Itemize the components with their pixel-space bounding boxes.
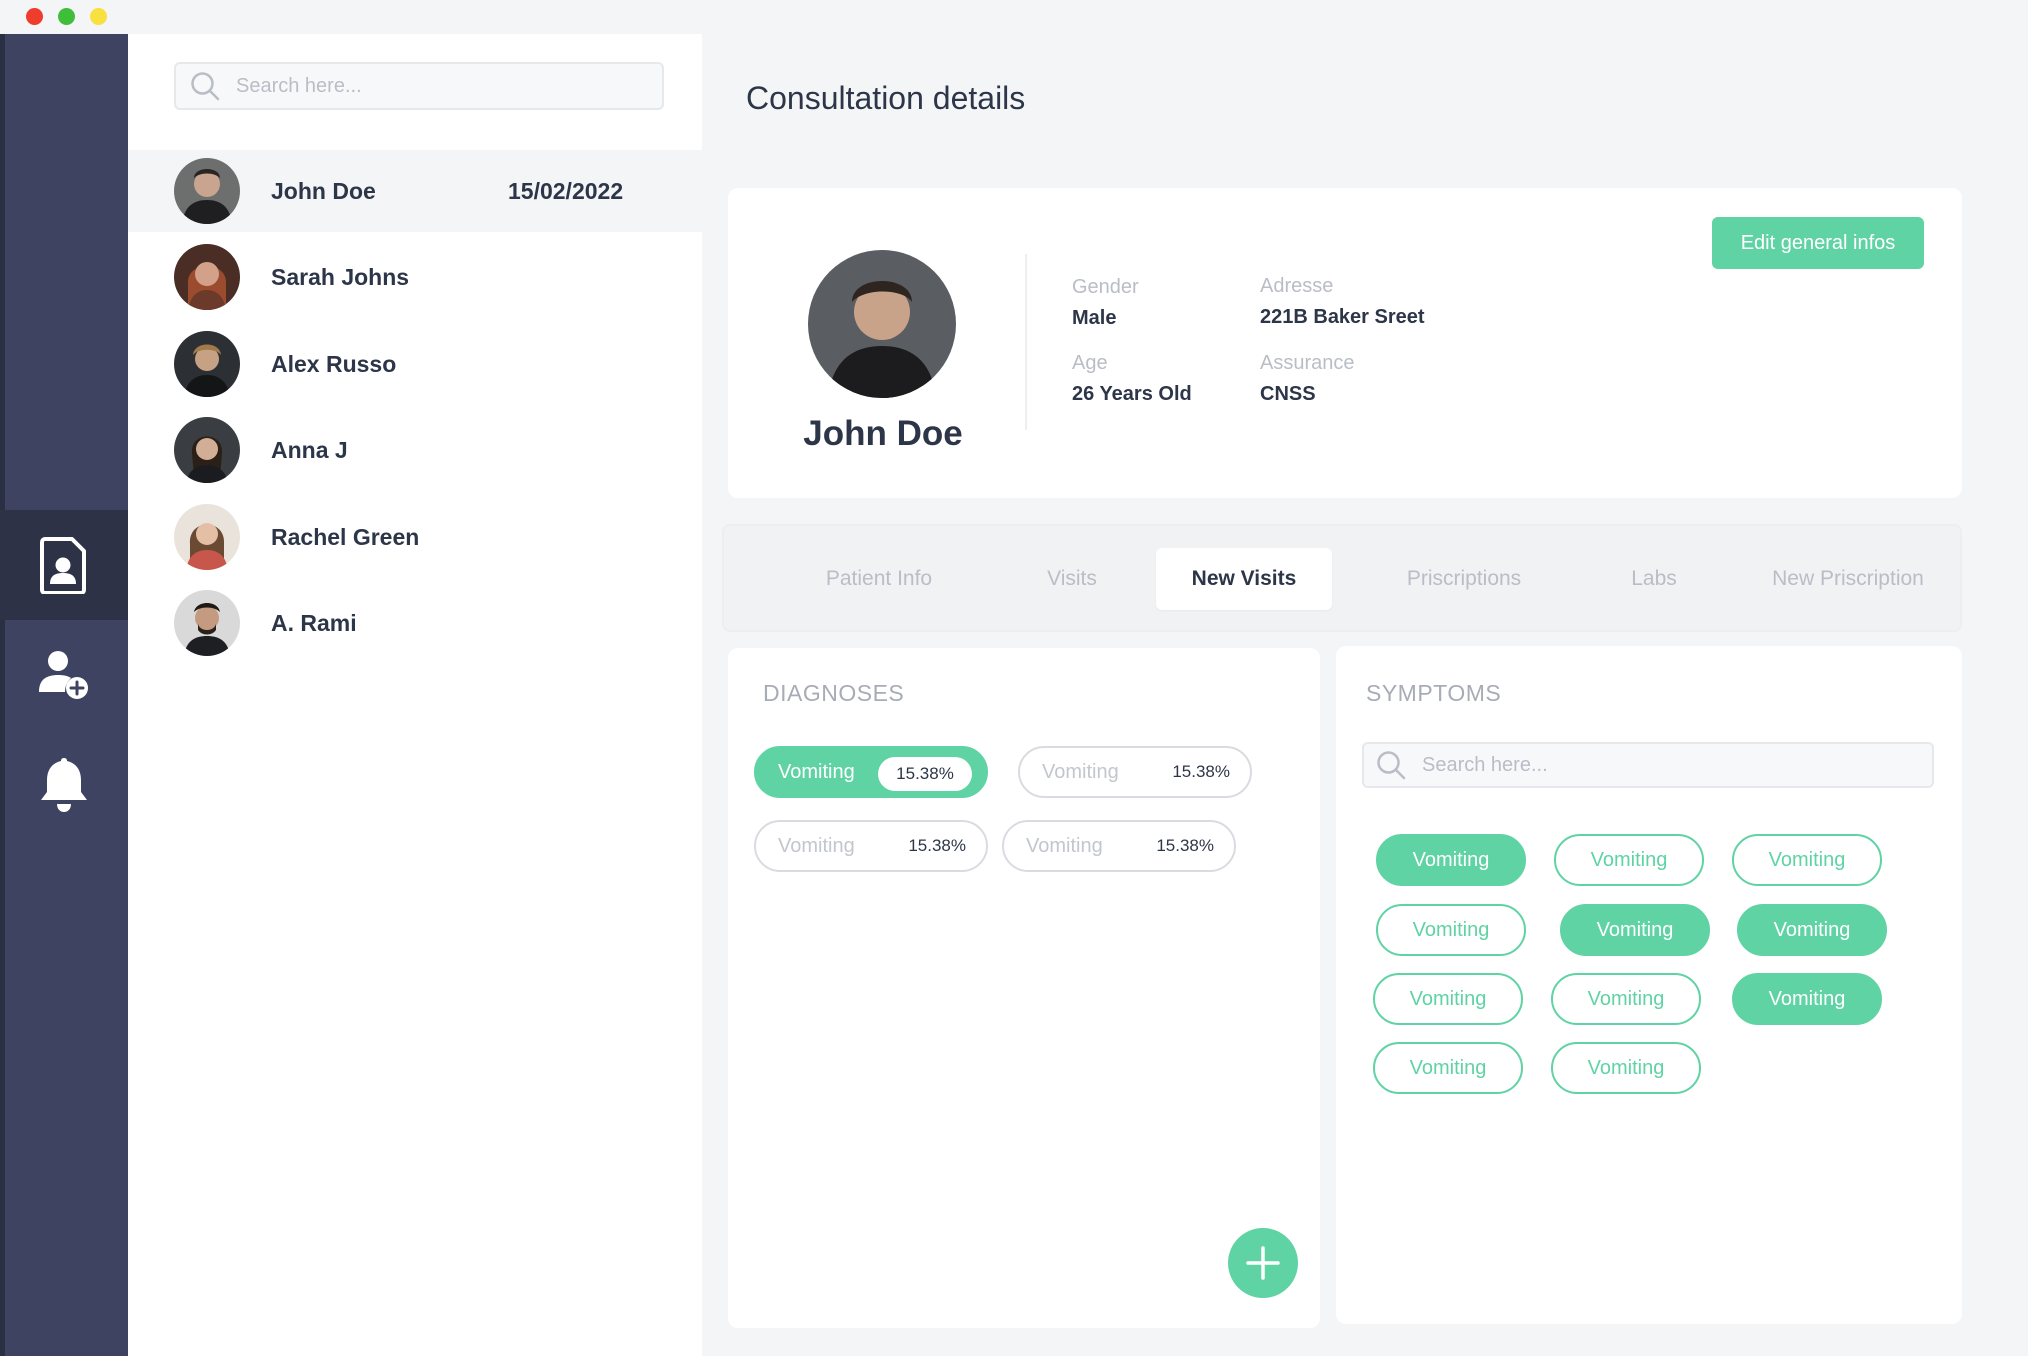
symptoms-title: SYMPTOMS bbox=[1366, 680, 1502, 706]
age-value: 26 Years Old bbox=[1072, 383, 1192, 405]
search-placeholder: Search here... bbox=[236, 74, 362, 97]
avatar bbox=[174, 244, 240, 310]
search-placeholder: Search here... bbox=[1422, 753, 1548, 776]
address-label: Adresse bbox=[1260, 275, 1334, 297]
patient-name: John Doe bbox=[271, 177, 376, 204]
avatar bbox=[174, 331, 240, 397]
nav-item-notifications[interactable] bbox=[0, 730, 128, 840]
patient-name: Anna J bbox=[271, 436, 348, 463]
search-icon bbox=[191, 72, 220, 101]
tab-labs[interactable]: Labs bbox=[1594, 548, 1714, 610]
tab-patient-info[interactable]: Patient Info bbox=[784, 548, 974, 610]
address-value: 221B Baker Sreet bbox=[1260, 306, 1425, 328]
profile-photo bbox=[808, 250, 956, 398]
symptom-chip[interactable]: Vomiting bbox=[1373, 1042, 1523, 1094]
symptom-chip[interactable]: Vomiting bbox=[1376, 904, 1526, 956]
symptom-chip[interactable]: Vomiting bbox=[1560, 904, 1710, 956]
patient-list-item[interactable]: Alex Russo bbox=[128, 323, 702, 405]
diagnosis-chip[interactable]: Vomiting 15.38% bbox=[1002, 820, 1236, 872]
patient-list-item[interactable]: Sarah Johns bbox=[128, 236, 702, 318]
avatar bbox=[174, 158, 240, 224]
tab-new-priscription[interactable]: New Priscription bbox=[1748, 548, 1948, 610]
diagnosis-chip[interactable]: Vomiting 15.38% bbox=[754, 746, 988, 798]
symptom-chip[interactable]: Vomiting bbox=[1551, 1042, 1701, 1094]
symptom-chip[interactable]: Vomiting bbox=[1376, 834, 1526, 886]
tab-priscriptions[interactable]: Priscriptions bbox=[1364, 548, 1564, 610]
avatar bbox=[174, 417, 240, 483]
minimize-window-button[interactable] bbox=[90, 8, 107, 25]
diagnosis-label: Vomiting bbox=[1042, 760, 1119, 783]
symptom-chip[interactable]: Vomiting bbox=[1737, 904, 1887, 956]
patient-search-input[interactable]: Search here... bbox=[174, 62, 664, 110]
diagnosis-label: Vomiting bbox=[778, 760, 855, 783]
diagnoses-panel: DIAGNOSES Vomiting 15.38% Vomiting 15.38… bbox=[728, 648, 1320, 1328]
symptom-chip[interactable]: Vomiting bbox=[1554, 834, 1704, 886]
symptom-chip[interactable]: Vomiting bbox=[1732, 834, 1882, 886]
patient-file-icon bbox=[40, 537, 86, 594]
age-label: Age bbox=[1072, 352, 1108, 374]
symptom-search-input[interactable]: Search here... bbox=[1362, 742, 1934, 788]
nav-item-add-patient[interactable] bbox=[0, 620, 128, 730]
gender-label: Gender bbox=[1072, 276, 1139, 298]
close-window-button[interactable] bbox=[26, 8, 43, 25]
avatar bbox=[174, 504, 240, 570]
diagnosis-chip[interactable]: Vomiting 15.38% bbox=[1018, 746, 1252, 798]
title-bar bbox=[0, 0, 2028, 34]
nav-item-consultations[interactable] bbox=[0, 510, 128, 620]
tab-new-visits[interactable]: New Visits bbox=[1156, 548, 1332, 610]
avatar bbox=[174, 590, 240, 656]
add-diagnosis-button[interactable] bbox=[1228, 1228, 1298, 1298]
divider bbox=[1025, 254, 1027, 430]
symptom-chip[interactable]: Vomiting bbox=[1732, 973, 1882, 1025]
edit-general-infos-button[interactable]: Edit general infos bbox=[1712, 217, 1924, 269]
patient-list-item[interactable]: John Doe 15/02/2022 bbox=[128, 150, 702, 232]
patient-list-item[interactable]: Anna J bbox=[128, 409, 702, 491]
patient-name: Sarah Johns bbox=[271, 263, 410, 290]
sidebar-nav bbox=[0, 34, 128, 1356]
assurance-label: Assurance bbox=[1260, 352, 1355, 374]
patient-date: 15/02/2022 bbox=[508, 177, 624, 204]
diagnosis-percent: 15.38% bbox=[908, 836, 966, 855]
symptom-chip[interactable]: Vomiting bbox=[1551, 973, 1701, 1025]
symptom-chip[interactable]: Vomiting bbox=[1373, 973, 1523, 1025]
diagnosis-label: Vomiting bbox=[778, 834, 855, 857]
search-icon bbox=[1377, 751, 1406, 780]
page-title: Consultation details bbox=[746, 80, 1026, 116]
patient-profile-card: John Doe Gender Male Age 26 Years Old Ad… bbox=[728, 188, 1962, 498]
consultation-tabs: Patient Info Visits New Visits Priscript… bbox=[722, 524, 1962, 632]
app-window: Search here... John Doe 15/02/2022 Sarah… bbox=[0, 0, 2028, 1356]
diagnosis-percent: 15.38% bbox=[1172, 762, 1230, 781]
gender-value: Male bbox=[1072, 307, 1117, 329]
diagnosis-chip[interactable]: Vomiting 15.38% bbox=[754, 820, 988, 872]
assurance-value: CNSS bbox=[1260, 383, 1316, 405]
patient-list-panel: Search here... John Doe 15/02/2022 Sarah… bbox=[128, 34, 702, 1356]
patient-list-item[interactable]: A. Rami bbox=[128, 582, 702, 664]
diagnosis-percent: 15.38% bbox=[878, 757, 972, 791]
tab-visits[interactable]: Visits bbox=[992, 548, 1152, 610]
patient-list-item[interactable]: Rachel Green bbox=[128, 496, 702, 578]
diagnosis-label: Vomiting bbox=[1026, 834, 1103, 857]
patient-name: Alex Russo bbox=[271, 350, 397, 377]
diagnoses-title: DIAGNOSES bbox=[763, 680, 905, 706]
plus-icon bbox=[1246, 1246, 1280, 1280]
profile-name: John Doe bbox=[803, 414, 963, 453]
diagnosis-percent: 15.38% bbox=[1156, 836, 1214, 855]
add-user-icon bbox=[39, 651, 88, 699]
maximize-window-button[interactable] bbox=[58, 8, 75, 25]
bell-icon bbox=[41, 758, 87, 812]
symptoms-panel: SYMPTOMS Search here... Vomiting Vomitin… bbox=[1336, 646, 1962, 1324]
patient-name: A. Rami bbox=[271, 609, 357, 636]
patient-name: Rachel Green bbox=[271, 523, 420, 550]
